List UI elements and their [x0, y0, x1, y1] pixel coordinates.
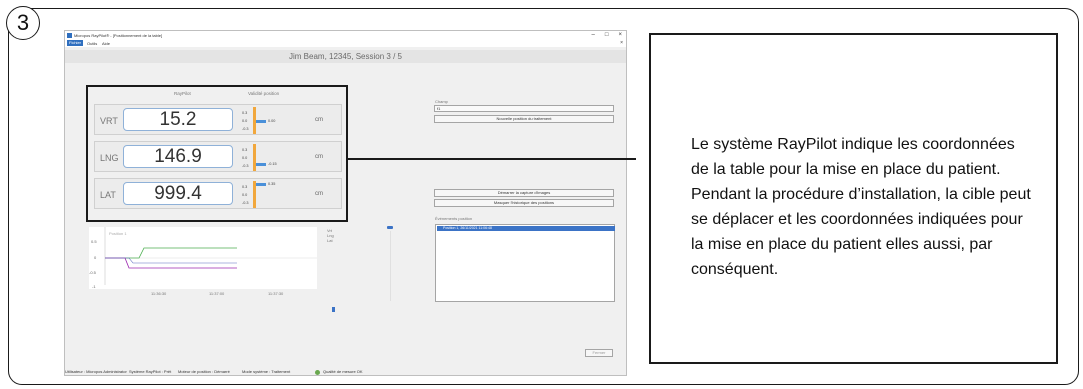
window-title: Micropos RayPilot® - [Positionnement de … [74, 33, 163, 38]
menu-bar: Fichier Outils Aide × [65, 40, 626, 47]
scale-tick: 0.0 [242, 119, 248, 123]
coord-row-vrt: VRT 15.2 0.3 0.0 -0.3 0.00 cm [94, 104, 342, 135]
events-label: Événements position [435, 216, 473, 221]
tolerance-marker [256, 163, 266, 167]
tolerance-marker [256, 182, 266, 186]
scale-tick: -0.3 [242, 201, 249, 205]
scale-tick: 0.3 [242, 185, 248, 189]
scale-tick: 0.0 [242, 156, 248, 160]
position-graph: Position 1 0.5 0 -0.5 -1 [89, 227, 317, 289]
axis-label: LAT [100, 190, 116, 200]
scale-tick: 0.3 [242, 148, 248, 152]
champ-label: Champ [435, 99, 448, 104]
hide-history-button[interactable]: Masquer l'historique des positions [434, 199, 614, 207]
y-tick: -0.5 [89, 270, 97, 275]
minimize-button[interactable]: – [592, 32, 595, 38]
start-capture-button[interactable]: Démarrer la capture d'images [434, 189, 614, 197]
raypilot-header: RayPilot [174, 91, 191, 96]
unit-label: cm [315, 191, 323, 197]
x-tick: 11:36:30 [151, 291, 167, 296]
unit-label: cm [315, 117, 323, 123]
close-window-button[interactable]: × [618, 32, 622, 38]
y-tick: -1 [92, 284, 96, 289]
tolerance-value: 0.00 [268, 118, 276, 123]
champ-select[interactable]: f1 [434, 105, 614, 112]
validity-header: Validité position [248, 91, 280, 96]
close-document-icon[interactable]: × [620, 40, 623, 46]
step-number-badge: 3 [6, 6, 40, 40]
status-mode: Mode système : Traitement [242, 369, 291, 374]
validity-scale-bar [253, 144, 256, 171]
status-motor: Moteur de position : Démarré [178, 369, 230, 374]
app-icon [67, 33, 72, 38]
coord-row-lat: LAT 999.4 0.3 0.0 -0.3 0.35 cm [94, 178, 342, 209]
vertical-slider-handle[interactable] [387, 226, 393, 229]
coordinate-value: 146.9 [123, 145, 233, 168]
tolerance-marker [256, 119, 266, 123]
y-tick: 0 [94, 255, 97, 260]
scale-tick: 0.3 [242, 111, 248, 115]
status-user: Utilisateur : Micropos Administrator [65, 369, 127, 374]
events-list[interactable]: Position 1, 26/11/2021 11:06:48 [435, 224, 615, 302]
scale-tick: -0.3 [242, 164, 249, 168]
status-quality: Qualité de mesure OK [323, 369, 363, 374]
maximize-button[interactable]: □ [605, 32, 609, 38]
graph-corner-label: Position 1 [109, 231, 127, 236]
vrt-line [105, 247, 237, 259]
close-button-label: Fermer [592, 350, 606, 355]
coordinate-value: 15.2 [123, 108, 233, 131]
callout-line [348, 158, 636, 160]
scale-tick: 0.0 [242, 193, 248, 197]
vertical-slider-track[interactable] [390, 231, 391, 301]
champ-value: f1 [437, 106, 441, 111]
tolerance-value: 0.35 [268, 181, 276, 186]
axis-label: LNG [100, 153, 119, 163]
hide-history-label: Masquer l'historique des positions [493, 200, 555, 205]
coord-row-lng: LNG 146.9 0.3 0.0 -0.3 -0.15 cm [94, 141, 342, 172]
scale-ticks: 0.3 0.0 -0.3 [242, 146, 249, 170]
quality-ok-icon [315, 370, 320, 375]
coordinates-zoom-panel: RayPilot Validité position VRT 15.2 0.3 … [86, 85, 348, 222]
status-system: Système RayPilot : Prêt [129, 369, 172, 374]
title-bar: Micropos RayPilot® - [Positionnement de … [65, 31, 626, 40]
scale-ticks: 0.3 0.0 -0.3 [242, 183, 249, 207]
y-tick: 0.5 [91, 239, 97, 244]
menu-fichier[interactable]: Fichier [67, 40, 84, 46]
info-panel: Le système RayPilot indique les coordonn… [649, 33, 1058, 364]
axis-label: VRT [100, 116, 118, 126]
coordinate-value: 999.4 [123, 182, 233, 205]
scale-tick: -0.3 [242, 127, 249, 131]
unit-label: cm [315, 154, 323, 160]
tolerance-value: -0.15 [268, 162, 277, 167]
x-tick: 11:37:00 [209, 291, 225, 296]
new-treatment-position-button[interactable]: Nouvelle position du traitement [434, 115, 614, 123]
horizontal-slider-handle[interactable] [332, 307, 335, 312]
patient-header: Jim Beam, 12345, Session 3 / 5 [65, 50, 626, 63]
menu-aide[interactable]: Aide [102, 41, 110, 46]
event-row[interactable]: Position 1, 26/11/2021 11:06:48 [437, 226, 615, 231]
legend-lat: Lat [327, 238, 333, 243]
lat-line [105, 257, 237, 264]
status-bar: Utilisateur : Micropos Administrator Sys… [65, 367, 626, 375]
start-capture-label: Démarrer la capture d'images [497, 190, 551, 195]
info-text: Le système RayPilot indique les coordonn… [691, 136, 1031, 278]
x-tick: 11:37:30 [268, 291, 284, 296]
scale-ticks: 0.3 0.0 -0.3 [242, 109, 249, 133]
close-button[interactable]: Fermer [585, 349, 613, 357]
menu-outils[interactable]: Outils [87, 41, 97, 46]
new-treatment-position-label: Nouvelle position du traitement [496, 116, 552, 121]
